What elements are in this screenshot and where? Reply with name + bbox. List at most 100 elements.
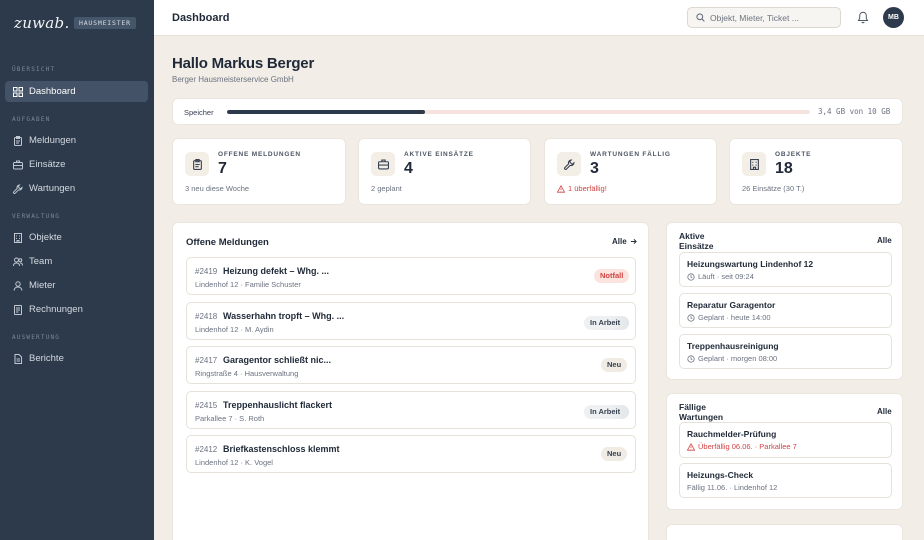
einsatz-row[interactable]: Reparatur Garagentor Geplant · heute 14:… (679, 293, 892, 328)
meldung-id: #2412 (195, 445, 218, 454)
einsatz-title: Treppenhausreinigung (687, 341, 779, 351)
sidebar-item-berichte[interactable]: Berichte (5, 348, 148, 369)
sidebar-item-rechnungen[interactable]: Rechnungen (5, 299, 148, 320)
einsatz-row[interactable]: Treppenhausreinigung Geplant · morgen 08… (679, 334, 892, 369)
sidebar-item-meldungen[interactable]: Meldungen (5, 130, 148, 151)
stat-sub: 3 neu diese Woche (185, 184, 250, 193)
storage-value: 3,4 GB von 10 GB (818, 107, 891, 116)
sidebar-section-uebersicht: ÜBERSICHT (12, 66, 56, 73)
sidebar-item-label: Einsätze (29, 159, 66, 170)
clipboard-icon (14, 135, 22, 146)
sidebar-item-label: Objekte (29, 232, 62, 243)
einsaetze-title: Aktive Einsätze (679, 231, 714, 251)
einsatz-title: Reparatur Garagentor (687, 300, 776, 310)
meldungen-all-link[interactable]: Alle (612, 237, 637, 246)
wartung-row[interactable]: Heizungs-Check Fällig 11.06. · Lindenhof… (679, 463, 892, 498)
sidebar-item-einsaetze[interactable]: Einsätze (5, 154, 148, 175)
stat-card-meldungen[interactable]: OFFENE MELDUNGEN 7 3 neu diese Woche (172, 138, 346, 205)
clock-icon (687, 313, 695, 322)
meldung-title: Garagentor schließt nic... (223, 355, 332, 365)
storage-card: Speicher 3,4 GB von 10 GB (172, 98, 903, 125)
status-badge: Neu (601, 358, 628, 372)
wartung-title: Heizungs-Check (687, 470, 754, 480)
additional-panel (666, 524, 903, 540)
wartung-row[interactable]: Rauchmelder-Prüfung Überfällig 06.06. · … (679, 422, 892, 458)
stat-icon-box (185, 152, 209, 176)
sidebar: zuwab. HAUSMEISTER ÜBERSICHT Dashboard A… (0, 0, 154, 540)
user-icon (13, 280, 23, 291)
wartungen-title: Fällige Wartungen (679, 402, 724, 422)
einsaetze-all-link[interactable]: Alle (877, 236, 892, 245)
einsatz-sub-row: Geplant · heute 14:00 (687, 313, 771, 322)
building-icon (749, 158, 759, 170)
stat-card-einsaetze[interactable]: AKTIVE EINSÄTZE 4 2 geplant (358, 138, 531, 205)
clock-icon (687, 354, 695, 363)
brand-badge: HAUSMEISTER (74, 17, 136, 29)
search-box[interactable] (687, 7, 841, 28)
wartungen-all-link[interactable]: Alle (877, 407, 892, 416)
wartungen-panel: Fällige Wartungen Alle Rauchmelder-Prüfu… (666, 393, 903, 510)
stat-sub: 2 geplant (371, 184, 402, 193)
company-name: Berger Hausmeisterservice GmbH (172, 75, 294, 84)
meldung-id: #2418 (195, 312, 218, 321)
stat-sub: 26 Einsätze (30 T.) (742, 184, 805, 193)
meldung-row[interactable]: #2418 Wasserhahn tropft – Whg. ... Linde… (186, 302, 636, 340)
status-badge: Notfall (594, 269, 630, 283)
sidebar-item-mieter[interactable]: Mieter (5, 275, 148, 296)
stat-sub-warning: 1 überfällig! (557, 184, 607, 193)
sidebar-item-label: Team (29, 256, 53, 267)
meldung-row[interactable]: #2417 Garagentor schließt nic... Ringstr… (186, 346, 636, 384)
clock-icon (687, 272, 695, 281)
sidebar-item-objekte[interactable]: Objekte (5, 227, 148, 248)
meldung-row[interactable]: #2415 Treppenhauslicht flackert Parkalle… (186, 391, 636, 429)
meldung-sub: Lindenhof 12 · Familie Schuster (195, 280, 301, 289)
stat-icon-box (371, 152, 395, 176)
search-input[interactable] (710, 12, 835, 23)
status-badge: Neu (601, 447, 628, 461)
wartung-title: Rauchmelder-Prüfung (687, 429, 777, 439)
wrench-icon (563, 159, 574, 170)
meldung-title: Wasserhahn tropft – Whg. ... (223, 311, 345, 321)
building-icon (14, 232, 22, 243)
clipboard-icon (192, 158, 202, 170)
sidebar-item-label: Wartungen (29, 183, 76, 194)
meldung-sub: Lindenhof 12 · K. Vogel (195, 458, 273, 467)
stat-card-wartungen[interactable]: WARTUNGEN FÄLLIG 3 1 überfällig! (544, 138, 717, 205)
meldung-row[interactable]: #2419 Heizung defekt – Whg. ... Lindenho… (186, 257, 636, 295)
meldung-row[interactable]: #2412 Briefkastenschloss klemmt Lindenho… (186, 435, 636, 473)
sidebar-section-auswertung: AUSWERTUNG (12, 334, 61, 341)
sidebar-item-team[interactable]: Team (5, 251, 148, 272)
sidebar-item-label: Dashboard (29, 86, 76, 97)
sidebar-item-dashboard[interactable]: Dashboard (5, 81, 148, 102)
briefcase-icon (377, 159, 389, 169)
stat-value: 4 (404, 160, 413, 177)
status-badge: In Arbeit (584, 316, 629, 330)
meldung-title: Briefkastenschloss klemmt (223, 444, 340, 454)
meldung-sub: Ringstraße 4 · Hausverwaltung (195, 369, 299, 378)
meldung-id: #2417 (195, 356, 218, 365)
sidebar-section-aufgaben: AUFGABEN (12, 116, 51, 123)
briefcase-icon (13, 160, 23, 169)
stat-label: OFFENE MELDUNGEN (218, 151, 301, 158)
brand-logo[interactable]: zuwab. (14, 14, 70, 32)
warning-icon (557, 184, 565, 193)
stat-icon-box (742, 152, 766, 176)
stat-value: 7 (218, 160, 227, 177)
users-icon (13, 257, 23, 266)
einsatz-sub-row: Läuft · seit 09:24 (687, 272, 754, 281)
stat-value: 3 (590, 160, 599, 177)
stat-sub: 1 überfällig! (568, 184, 607, 193)
sidebar-item-wartungen[interactable]: Wartungen (5, 178, 148, 199)
einsatz-sub-row: Geplant · morgen 08:00 (687, 354, 777, 363)
stat-label: OBJEKTE (775, 151, 812, 158)
einsatz-title: Heizungswartung Lindenhof 12 (687, 259, 814, 269)
meldung-title: Treppenhauslicht flackert (223, 400, 333, 410)
meldung-title: Heizung defekt – Whg. ... (223, 266, 330, 276)
page-title: Dashboard (172, 12, 230, 24)
bell-icon[interactable] (857, 11, 869, 24)
stat-label: WARTUNGEN FÄLLIG (590, 151, 671, 158)
avatar[interactable]: MB (883, 7, 904, 28)
meldung-id: #2419 (195, 267, 218, 276)
einsatz-row[interactable]: Heizungswartung Lindenhof 12 Läuft · sei… (679, 252, 892, 287)
stat-card-objekte[interactable]: OBJEKTE 18 26 Einsätze (30 T.) (729, 138, 903, 205)
